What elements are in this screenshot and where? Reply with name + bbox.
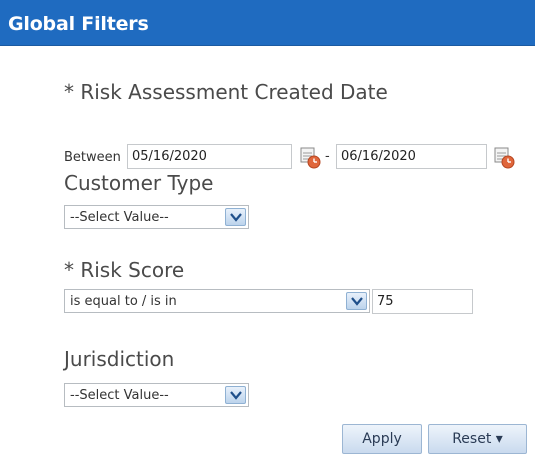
date-to-input[interactable]: 06/16/2020 xyxy=(336,144,487,169)
risk-score-operator-select[interactable]: is equal to / is in xyxy=(64,289,370,313)
risk-score-label: * Risk Score xyxy=(64,258,185,282)
risk-date-label: * Risk Assessment Created Date xyxy=(64,80,388,104)
apply-button[interactable]: Apply xyxy=(342,424,422,454)
chevron-down-icon[interactable] xyxy=(225,208,246,226)
risk-score-value-input[interactable]: 75 xyxy=(372,289,473,314)
chevron-down-icon[interactable] xyxy=(346,292,367,310)
between-label: Between xyxy=(64,150,121,165)
global-filters-header: Global Filters xyxy=(0,0,535,46)
jurisdiction-value: --Select Value-- xyxy=(70,388,169,403)
customer-type-select[interactable]: --Select Value-- xyxy=(64,205,249,229)
date-from-input[interactable]: 05/16/2020 xyxy=(127,144,292,169)
customer-type-label: Customer Type xyxy=(64,171,214,195)
chevron-down-icon[interactable] xyxy=(225,386,246,404)
jurisdiction-label: Jurisdiction xyxy=(64,347,175,371)
calendar-icon[interactable] xyxy=(493,145,517,169)
calendar-icon[interactable] xyxy=(299,145,323,169)
risk-score-operator-value: is equal to / is in xyxy=(70,294,177,309)
jurisdiction-select[interactable]: --Select Value-- xyxy=(64,383,249,407)
reset-button[interactable]: Reset ▾ xyxy=(428,424,527,454)
customer-type-value: --Select Value-- xyxy=(70,210,169,225)
date-separator: - xyxy=(325,149,330,164)
panel-title: Global Filters xyxy=(8,13,149,35)
